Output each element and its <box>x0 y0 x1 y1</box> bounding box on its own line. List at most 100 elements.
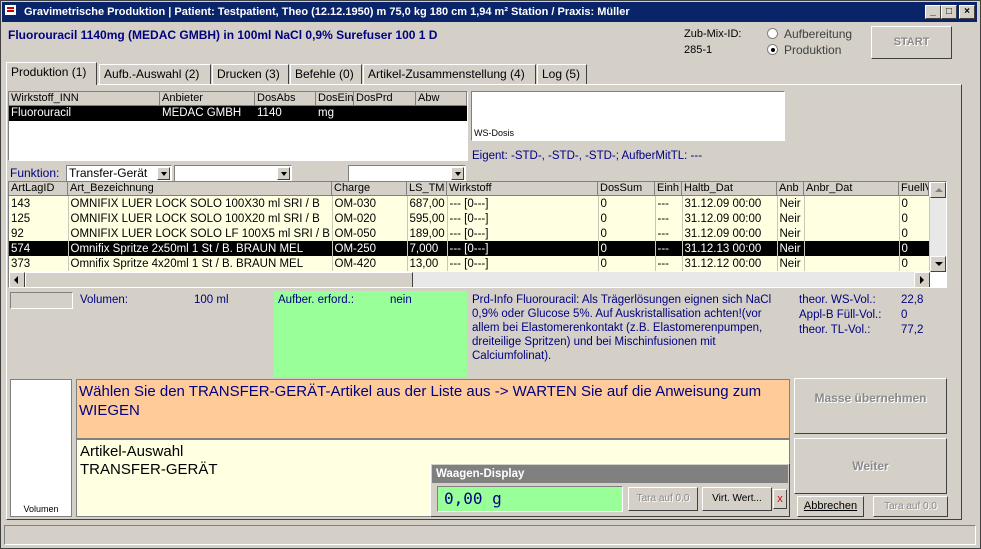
cell: mg <box>318 107 334 119</box>
col-header[interactable]: LS_TM <box>407 182 447 196</box>
cell: --- <box>655 211 683 226</box>
waagen-tara-button[interactable]: Tara auf 0.0 <box>628 487 698 511</box>
cell: 1140 <box>257 107 282 119</box>
col-header[interactable]: DosAbs <box>255 92 316 106</box>
funktion-select-3[interactable] <box>348 165 466 182</box>
instruction-line1: Artikel-Auswahl <box>80 443 184 460</box>
cell <box>804 256 900 271</box>
cell: 574 <box>9 241 69 256</box>
ws-dosis-box: WS-Dosis <box>471 91 785 141</box>
cell: 143 <box>9 196 69 211</box>
cell: --- [0---] <box>447 256 599 271</box>
zub-mix-value: 285-1 <box>684 44 713 56</box>
table-row[interactable]: Fluorouracil MEDAC GMBH 1140 mg <box>9 106 467 121</box>
tab-artikel-zusammenstellung[interactable]: Artikel-Zusammenstellung (4) <box>363 64 536 84</box>
col-header[interactable]: DosEin <box>316 92 354 106</box>
cell: --- <box>655 256 683 271</box>
col-header[interactable]: Anb <box>777 182 804 196</box>
chevron-down-icon[interactable] <box>451 167 464 180</box>
radio-produktion[interactable] <box>767 44 778 55</box>
table-row[interactable]: 143 OMNIFIX LUER LOCK SOLO 100X30 ml SRI … <box>9 196 930 211</box>
table-row[interactable]: 125 OMNIFIX LUER LOCK SOLO 100X20 ml SRI … <box>9 211 930 226</box>
cell: 13,00 <box>407 256 448 271</box>
tab-log[interactable]: Log (5) <box>537 64 587 84</box>
table-row[interactable]: 92 OMNIFIX LUER LOCK SOLO LF 100X5 ml SRI… <box>9 226 930 241</box>
funktion-select[interactable]: Transfer-Gerät <box>66 165 172 182</box>
abbrechen-button[interactable]: Abbrechen <box>797 496 864 517</box>
scroll-thumb[interactable] <box>25 272 413 287</box>
scroll-up-button[interactable] <box>930 182 946 198</box>
tab-label: Log (5) <box>542 67 581 81</box>
wirkstoff-table[interactable]: Wirkstoff_INN Anbieter DosAbs DosEin Dos… <box>8 91 468 161</box>
funktion-label: Funktion: <box>10 166 60 180</box>
tab-aufb-auswahl[interactable]: Aufb.-Auswahl (2) <box>99 64 211 84</box>
virt-wert-button[interactable]: Virt. Wert... <box>702 487 772 511</box>
maximize-icon: □ <box>945 6 953 17</box>
scroll-right-button[interactable] <box>914 272 930 287</box>
cell: OMNIFIX LUER LOCK SOLO 100X20 ml SRI / B <box>68 211 333 226</box>
instruction-line2: TRANSFER-GERÄT <box>80 461 218 478</box>
table-row[interactable]: 574 Omnifix Spritze 2x50ml 1 St / B. BRAU… <box>9 241 930 256</box>
vertical-scrollbar[interactable] <box>930 182 946 272</box>
horizontal-scrollbar[interactable] <box>9 272 930 287</box>
cell <box>804 196 900 211</box>
col-header[interactable]: Wirkstoff_INN <box>9 92 160 106</box>
table-row[interactable]: 373 Omnifix Spritze 4x20ml 1 St / B. BRAU… <box>9 256 930 271</box>
minimize-button[interactable]: _ <box>925 5 941 19</box>
article-table[interactable]: ArtLagID Art_Bezeichnung Charge LS_TM Wi… <box>8 181 947 288</box>
cell: 373 <box>9 256 69 271</box>
start-button[interactable]: START <box>871 26 952 59</box>
masse-uebernehmen-button[interactable]: Masse übernehmen <box>794 378 947 434</box>
funktion-select-2[interactable] <box>174 165 292 182</box>
cell: 189,00 <box>407 226 448 241</box>
cell: OM-050 <box>332 226 408 241</box>
waagen-title[interactable]: Waagen-Display <box>432 465 788 483</box>
tab-drucken[interactable]: Drucken (3) <box>212 64 289 84</box>
col-header[interactable]: DosSum <box>598 182 655 196</box>
waagen-close-button[interactable]: x <box>773 489 787 509</box>
instruction-message-panel: Wählen Sie den TRANSFER-GERÄT-Artikel au… <box>76 379 790 439</box>
cell: OM-030 <box>332 196 408 211</box>
aufber-panel: Aufber. erford.: nein <box>274 291 467 377</box>
col-header[interactable]: FuellV <box>899 182 929 196</box>
theor-ws-label: theor. WS-Vol.: <box>799 294 876 306</box>
col-header[interactable]: ArtLagID <box>9 182 68 196</box>
cell: 31.12.12 00:00 <box>682 256 778 271</box>
cell: --- <box>655 226 683 241</box>
scroll-left-button[interactable] <box>9 272 25 287</box>
arrow-left-icon <box>14 276 18 284</box>
col-header[interactable]: Anbr_Dat <box>804 182 899 196</box>
tara-button[interactable]: Tara auf 0.0 <box>873 496 948 517</box>
col-header[interactable]: Wirkstoff <box>447 182 598 196</box>
chevron-down-icon[interactable] <box>277 167 290 180</box>
radio-aufbereitung[interactable] <box>767 28 778 39</box>
col-header[interactable]: Anbieter <box>160 92 255 106</box>
title-bar[interactable]: Gravimetrische Produktion | Patient: Tes… <box>2 2 977 22</box>
cell: --- [0---] <box>447 226 599 241</box>
status-bar <box>4 525 976 545</box>
zub-mix-label: Zub-Mix-ID: <box>684 28 742 40</box>
maximize-button[interactable]: □ <box>941 5 957 19</box>
product-title: Fluorouracil 1140mg (MEDAC GMBH) in 100m… <box>8 28 438 42</box>
cell: 125 <box>9 211 69 226</box>
cell: Omnifix Spritze 2x50ml 1 St / B. BRAUN M… <box>68 241 333 256</box>
col-header[interactable]: Haltb_Dat <box>682 182 777 196</box>
close-button[interactable]: × <box>959 5 975 19</box>
tab-befehle[interactable]: Befehle (0) <box>290 64 362 84</box>
cell: 92 <box>9 226 69 241</box>
col-header[interactable]: Einh <box>655 182 682 196</box>
col-header[interactable]: Art_Bezeichnung <box>68 182 332 196</box>
chevron-down-icon[interactable] <box>157 167 170 180</box>
col-header[interactable]: Charge <box>332 182 407 196</box>
tab-label: Befehle (0) <box>295 67 354 81</box>
col-header[interactable]: Abw <box>416 92 467 106</box>
cell: 0 <box>899 211 930 226</box>
arrow-up-icon <box>935 188 943 192</box>
scroll-down-button[interactable] <box>930 256 946 272</box>
weiter-button[interactable]: Weiter <box>794 438 947 494</box>
tab-produktion[interactable]: Produktion (1) <box>6 62 97 85</box>
theor-tl-value: 77,2 <box>901 324 924 336</box>
cell: OMNIFIX LUER LOCK SOLO 100X30 ml SRI / B <box>68 196 333 211</box>
col-header[interactable]: DosPrd <box>354 92 416 106</box>
cell: 0 <box>598 226 656 241</box>
